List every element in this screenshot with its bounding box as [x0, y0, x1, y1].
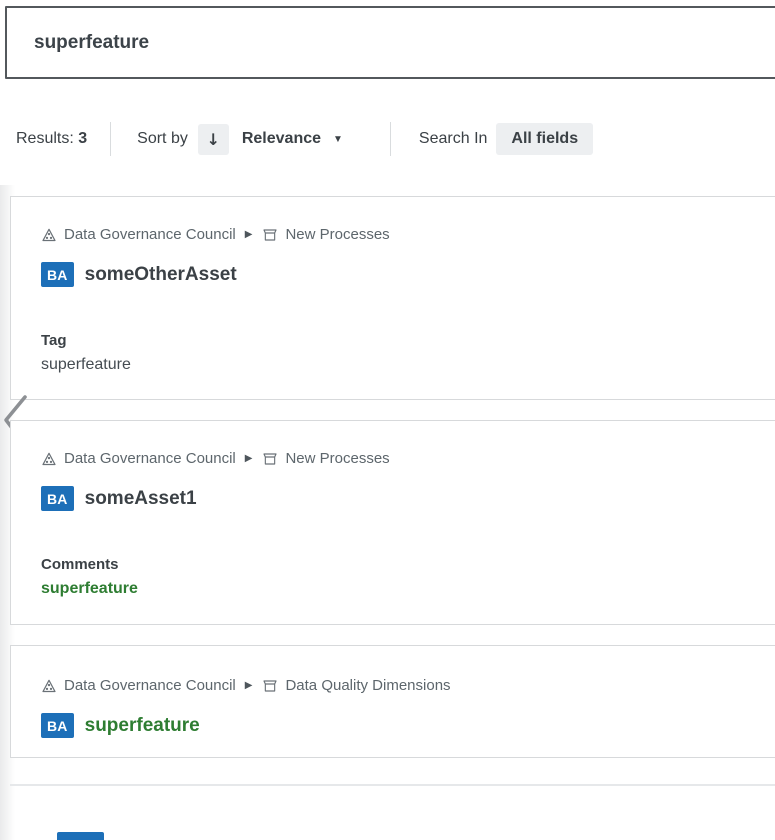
- partial-asset-type-badge: [57, 832, 104, 840]
- search-result-card[interactable]: Data Governance Council ▶ Data Quality D…: [10, 645, 775, 758]
- breadcrumb: Data Governance Council ▶ Data Quality D…: [41, 676, 746, 696]
- asset-title-row: BA superfeature: [41, 712, 746, 739]
- asset-title-link[interactable]: someAsset1: [85, 488, 197, 510]
- breadcrumb-community[interactable]: Data Governance Council: [64, 676, 236, 696]
- search-results-page: Results: 3 Sort by ↓ Relevance ▼ Search …: [0, 0, 775, 840]
- search-in-label: Search In: [419, 130, 487, 148]
- sort-by-label: Sort by: [137, 130, 188, 148]
- search-input[interactable]: [5, 6, 775, 79]
- sort-field-dropdown[interactable]: Relevance ▼: [242, 130, 343, 148]
- asset-type-badge: BA: [41, 713, 74, 738]
- search-in-fields-button[interactable]: All fields: [496, 123, 593, 155]
- breadcrumb-domain[interactable]: New Processes: [285, 449, 389, 469]
- search-result-card[interactable]: Data Governance Council ▶ New Processes …: [10, 196, 775, 400]
- breadcrumb-community[interactable]: Data Governance Council: [64, 225, 236, 245]
- results-toolbar: Results: 3 Sort by ↓ Relevance ▼ Search …: [0, 118, 775, 160]
- breadcrumb-domain[interactable]: New Processes: [285, 225, 389, 245]
- breadcrumb-community[interactable]: Data Governance Council: [64, 449, 236, 469]
- asset-type-badge: BA: [41, 486, 74, 511]
- attribute-label: Comments: [41, 555, 746, 574]
- breadcrumb: Data Governance Council ▶ New Processes: [41, 449, 746, 469]
- toolbar-divider: [390, 122, 391, 156]
- toolbar-divider: [110, 122, 111, 156]
- sort-direction-button[interactable]: ↓: [198, 124, 229, 155]
- section-divider: [10, 784, 775, 786]
- chevron-down-icon: ▼: [333, 134, 343, 145]
- asset-title-link[interactable]: someOtherAsset: [85, 264, 237, 286]
- results-count-value: 3: [78, 130, 87, 147]
- results-count: Results: 3: [16, 130, 87, 148]
- sort-field-value: Relevance: [242, 130, 321, 148]
- community-icon: [41, 227, 57, 243]
- domain-icon: [262, 227, 278, 243]
- domain-icon: [262, 678, 278, 694]
- matched-attribute: Comments superfeature: [41, 555, 746, 599]
- breadcrumb-arrow-icon: ▶: [245, 676, 253, 696]
- domain-icon: [262, 451, 278, 467]
- community-icon: [41, 678, 57, 694]
- community-icon: [41, 451, 57, 467]
- attribute-value: superfeature: [41, 354, 746, 375]
- search-result-card[interactable]: Data Governance Council ▶ New Processes …: [10, 420, 775, 625]
- breadcrumb-arrow-icon: ▶: [245, 225, 253, 245]
- asset-title-row: BA someOtherAsset: [41, 261, 746, 288]
- sort-descending-icon: ↓: [207, 130, 220, 149]
- matched-attribute: Tag superfeature: [41, 331, 746, 375]
- breadcrumb-arrow-icon: ▶: [245, 449, 253, 469]
- asset-title-link[interactable]: superfeature: [85, 715, 200, 737]
- attribute-value: superfeature: [41, 578, 746, 599]
- asset-title-row: BA someAsset1: [41, 485, 746, 512]
- attribute-label: Tag: [41, 331, 746, 350]
- results-label: Results:: [16, 130, 78, 147]
- breadcrumb: Data Governance Council ▶ New Processes: [41, 225, 746, 245]
- breadcrumb-domain[interactable]: Data Quality Dimensions: [285, 676, 450, 696]
- asset-type-badge: BA: [41, 262, 74, 287]
